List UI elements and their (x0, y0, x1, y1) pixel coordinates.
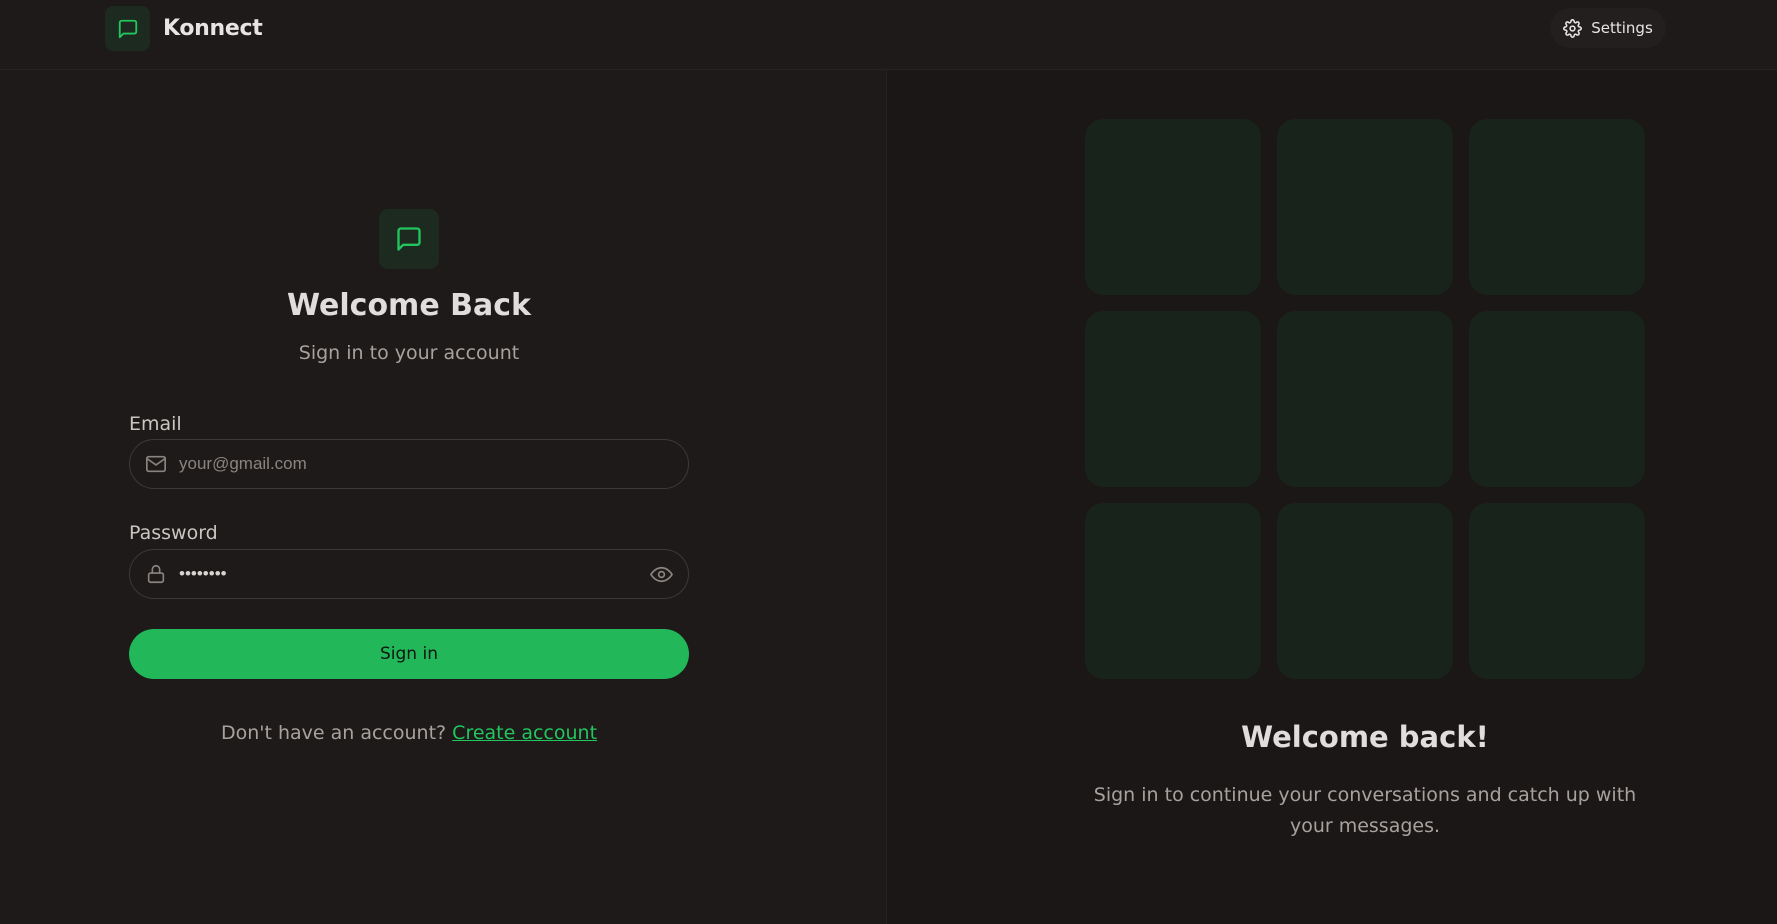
decorative-tile (1469, 119, 1645, 295)
password-label: Password (129, 522, 218, 544)
login-panel: Welcome Back Sign in to your account Ema… (0, 70, 887, 924)
login-logo (379, 209, 439, 269)
decorative-tile (1277, 119, 1453, 295)
promo-heading: Welcome back! (1241, 720, 1489, 754)
brand[interactable]: Konnect (105, 6, 263, 51)
password-field[interactable] (177, 553, 650, 595)
settings-label: Settings (1591, 19, 1653, 37)
decorative-tile (1085, 311, 1261, 487)
signup-prompt: Don't have an account? (220, 722, 447, 744)
top-bar: Konnect Settings (0, 0, 1777, 70)
email-field-wrapper (129, 439, 689, 489)
page-subtitle: Sign in to your account (298, 342, 520, 364)
brand-name: Konnect (163, 16, 263, 41)
sign-in-button[interactable]: Sign in (129, 629, 689, 679)
promo-panel: Welcome back! Sign in to continue your c… (887, 70, 1777, 924)
tile-grid (1085, 119, 1645, 679)
gear-icon (1563, 18, 1583, 38)
message-square-icon (118, 19, 137, 38)
brand-logo (105, 6, 150, 51)
eye-icon[interactable] (650, 563, 673, 586)
page-title: Welcome Back (287, 288, 531, 323)
decorative-tile (1469, 503, 1645, 679)
create-account-link[interactable]: Create account (452, 722, 597, 744)
decorative-tile (1085, 119, 1261, 295)
decorative-tile (1277, 311, 1453, 487)
signup-row: Don't have an account? Create account (0, 722, 818, 744)
mail-icon (145, 453, 167, 475)
decorative-tile (1469, 311, 1645, 487)
decorative-tile (1085, 503, 1261, 679)
decorative-tile (1277, 503, 1453, 679)
promo-text: Sign in to continue your conversations a… (1093, 784, 1637, 837)
email-label: Email (129, 413, 182, 435)
message-square-icon (397, 227, 421, 251)
email-field[interactable] (177, 443, 688, 485)
lock-icon (145, 563, 167, 585)
settings-button[interactable]: Settings (1550, 8, 1666, 48)
password-field-wrapper (129, 549, 689, 599)
